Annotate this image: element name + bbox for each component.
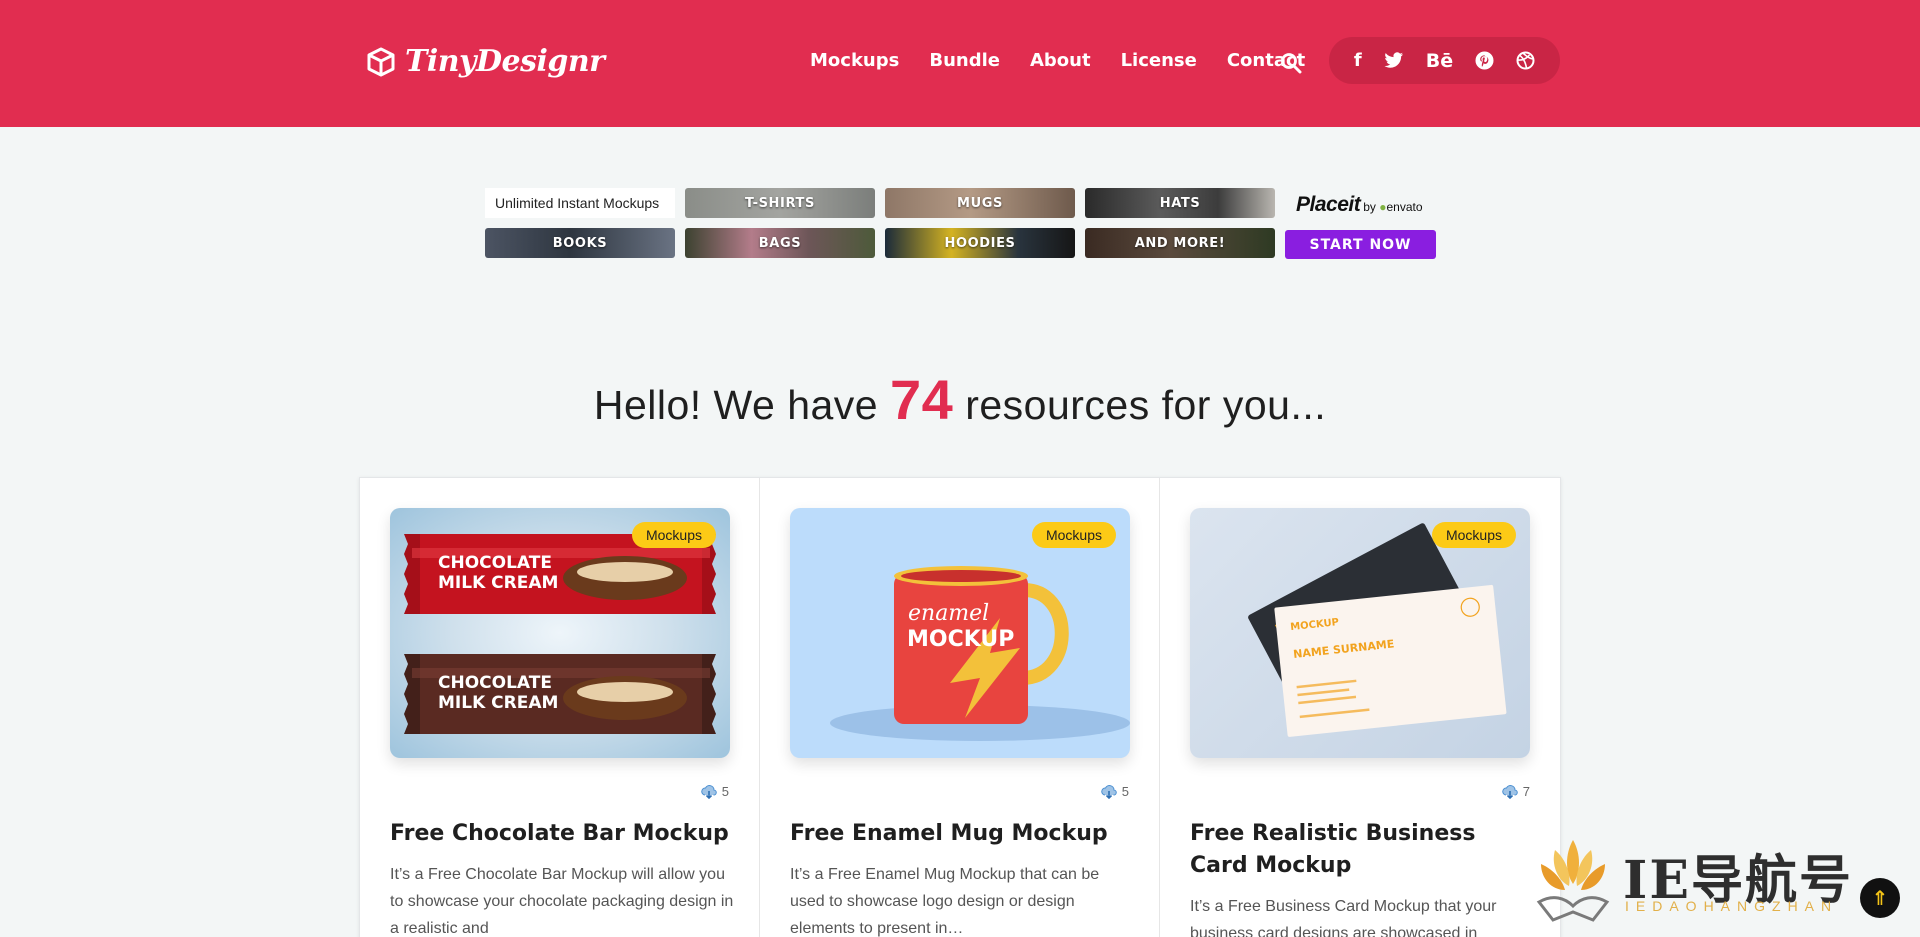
watermark-subtext: IEDAOHANGZHAN	[1625, 898, 1839, 914]
cloud-download-icon	[1101, 784, 1117, 799]
social-links: f Bē	[1329, 37, 1560, 84]
card-thumbnail[interactable]: CHOCOLATE MILK CREAM CHOCOLATE MILK CREA…	[390, 508, 730, 758]
resource-count: 74	[890, 368, 954, 431]
cloud-download-icon	[701, 784, 717, 799]
promo-bags[interactable]: BAGS	[685, 228, 875, 258]
download-count: 5	[1101, 784, 1129, 799]
cube-icon	[367, 47, 395, 76]
category-badge[interactable]: Mockups	[1431, 522, 1516, 548]
card-description: It’s a Free Business Card Mockup that yo…	[1190, 898, 1497, 937]
promo-intro-text: Unlimited Instant Mockups	[485, 188, 675, 218]
promo-tshirts[interactable]: T-SHIRTS	[685, 188, 875, 218]
site-header: TinyDesignr Mockups Bundle About License…	[0, 0, 1920, 127]
image-label: MILK CREAM	[438, 573, 558, 593]
nav-about[interactable]: About	[1030, 50, 1091, 71]
start-now-button[interactable]: START NOW	[1285, 230, 1436, 259]
placeit-by: by	[1363, 200, 1376, 214]
resources-heading: Hello! We have 74 resources for you...	[0, 367, 1920, 432]
placeit-logo: Placeit by ●envato	[1296, 193, 1448, 217]
card-description: It’s a Free Enamel Mug Mockup that can b…	[790, 866, 1100, 937]
envato-leaf-icon: ●	[1379, 200, 1387, 214]
resource-grid: CHOCOLATE MILK CREAM CHOCOLATE MILK CREA…	[359, 477, 1561, 937]
hero-text-before: Hello! We have	[593, 382, 891, 428]
back-to-top-button[interactable]: ⇑	[1860, 878, 1900, 918]
twitter-icon[interactable]	[1384, 50, 1404, 72]
card-title[interactable]: Free Enamel Mug Mockup	[790, 818, 1140, 850]
site-logo[interactable]: TinyDesignr	[365, 44, 605, 79]
nav-mockups[interactable]: Mockups	[810, 50, 899, 71]
lotus-hands-icon	[1536, 840, 1610, 922]
promo-books[interactable]: BOOKS	[485, 228, 675, 258]
download-count: 7	[1502, 784, 1530, 799]
nav-bundle[interactable]: Bundle	[929, 50, 1000, 71]
image-label: MILK CREAM	[438, 693, 558, 713]
nav-license[interactable]: License	[1121, 50, 1197, 71]
promo-mugs[interactable]: MUGS	[885, 188, 1075, 218]
placeit-brand: Placeit	[1296, 193, 1361, 216]
resource-card: CHOCOLATE MILK CREAM CHOCOLATE MILK CREA…	[360, 478, 760, 937]
behance-icon[interactable]: Bē	[1426, 50, 1453, 72]
watermark: IE导航号 IEDAOHANGZHAN	[1533, 832, 1903, 927]
facebook-icon[interactable]: f	[1354, 50, 1362, 72]
promo-hoodies[interactable]: HOODIES	[885, 228, 1075, 258]
card-title[interactable]: Free Chocolate Bar Mockup	[390, 818, 740, 850]
placeit-partner: envato	[1386, 200, 1423, 214]
image-label: CHOCOLATE	[438, 673, 552, 693]
hero-text-after: resources for you...	[953, 382, 1327, 428]
main-nav: Mockups Bundle About License Contact	[810, 50, 1305, 71]
cloud-download-icon	[1502, 784, 1518, 799]
image-label: MOCKUP	[907, 627, 1014, 652]
category-badge[interactable]: Mockups	[1031, 522, 1116, 548]
search-icon[interactable]	[1280, 52, 1302, 74]
card-description: It’s a Free Chocolate Bar Mockup will al…	[390, 866, 734, 937]
image-label: enamel	[908, 601, 989, 626]
card-thumbnail[interactable]: M MOCKUP NAME SURNAME Mockups	[1190, 508, 1530, 758]
card-thumbnail[interactable]: enamel MOCKUP Mockups	[790, 508, 1130, 758]
category-badge[interactable]: Mockups	[631, 522, 716, 548]
pinterest-icon[interactable]	[1475, 50, 1494, 72]
resource-card: enamel MOCKUP Mockups 5 Free Enamel Mug …	[760, 478, 1160, 937]
download-count: 5	[701, 784, 729, 799]
promo-hats[interactable]: HATS	[1085, 188, 1275, 218]
brand-name: TinyDesignr	[405, 44, 605, 79]
promo-and-more[interactable]: AND MORE!	[1085, 228, 1275, 258]
card-title[interactable]: Free Realistic Business Card Mockup	[1190, 818, 1540, 882]
dribbble-icon[interactable]	[1516, 50, 1535, 72]
resource-card: M MOCKUP NAME SURNAME Mockups 7 Free Rea…	[1160, 478, 1560, 937]
image-label: CHOCOLATE	[438, 553, 552, 573]
